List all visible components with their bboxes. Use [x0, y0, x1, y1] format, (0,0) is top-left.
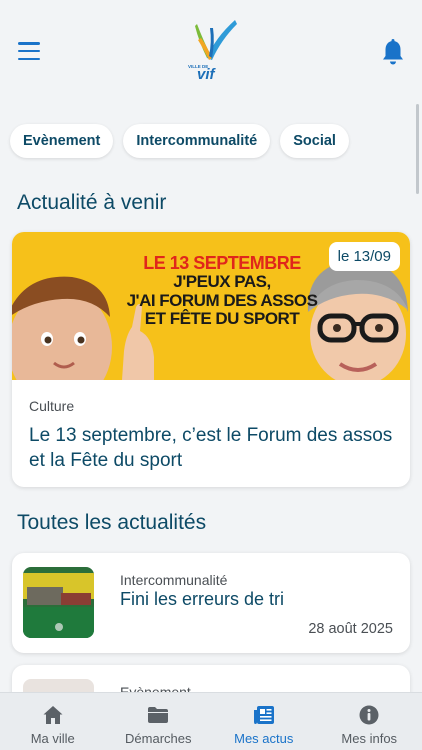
- tab-ma-ville[interactable]: Ma ville: [0, 693, 106, 750]
- home-icon: [43, 706, 63, 724]
- banner-line-3: J'AI FORUM DES ASSOS: [126, 290, 318, 310]
- news-item[interactable]: Intercommunalité Fini les erreurs de tri…: [12, 553, 410, 653]
- news-title: Fini les erreurs de tri: [120, 589, 285, 609]
- info-icon: [359, 705, 379, 725]
- tab-mes-infos[interactable]: Mes infos: [317, 693, 422, 750]
- featured-card-title: Le 13 septembre, c’est le Forum des asso…: [29, 425, 393, 471]
- news-date: 28 août 2025: [308, 621, 393, 637]
- tab-label: Mes infos: [341, 731, 398, 746]
- banner-line-4: ET FÊTE DU SPORT: [144, 309, 300, 329]
- bottom-tab-bar: Ma ville Démarches Mes actus Mes infos: [0, 692, 422, 750]
- news-category: Intercommunalité: [120, 572, 228, 588]
- tab-label: Mes actus: [234, 731, 294, 746]
- chip-social[interactable]: Social: [280, 124, 349, 158]
- tab-demarches[interactable]: Démarches: [106, 693, 212, 750]
- all-news-section-title: Toutes les actualités: [17, 511, 207, 534]
- vif-logo: VILLE DE vif: [188, 20, 237, 82]
- folder-icon: [148, 707, 169, 723]
- hamburger-menu-icon[interactable]: [18, 42, 40, 60]
- featured-news-card[interactable]: LE 13 SEPTEMBRE J'PEUX PAS, J'AI FORUM D…: [12, 232, 410, 487]
- app-header: VILLE DE vif: [0, 0, 422, 105]
- logo-text: vif: [197, 66, 217, 82]
- newspaper-icon: [253, 706, 274, 724]
- news-thumbnail: [23, 567, 94, 638]
- scrollbar-thumb[interactable]: [416, 104, 419, 194]
- chip-intercommunalite[interactable]: Intercommunalité: [123, 124, 271, 158]
- category-chips: Evènement Intercommunalité Social: [10, 124, 349, 158]
- featured-banner-image: LE 13 SEPTEMBRE J'PEUX PAS, J'AI FORUM D…: [12, 232, 410, 380]
- tab-label: Démarches: [125, 731, 192, 746]
- chip-evenement[interactable]: Evènement: [10, 124, 114, 158]
- upcoming-section-title: Actualité à venir: [17, 191, 167, 214]
- banner-headline: LE 13 SEPTEMBRE J'PEUX PAS, J'AI FORUM D…: [122, 253, 322, 329]
- tab-label: Ma ville: [30, 731, 75, 746]
- date-badge: le 13/09: [328, 242, 400, 271]
- bell-icon[interactable]: [380, 38, 406, 66]
- featured-card-category: Culture: [29, 398, 75, 414]
- tab-mes-actus[interactable]: Mes actus: [211, 693, 317, 750]
- banner-line-1: LE 13 SEPTEMBRE: [143, 253, 301, 273]
- banner-line-2: J'PEUX PAS,: [173, 272, 271, 292]
